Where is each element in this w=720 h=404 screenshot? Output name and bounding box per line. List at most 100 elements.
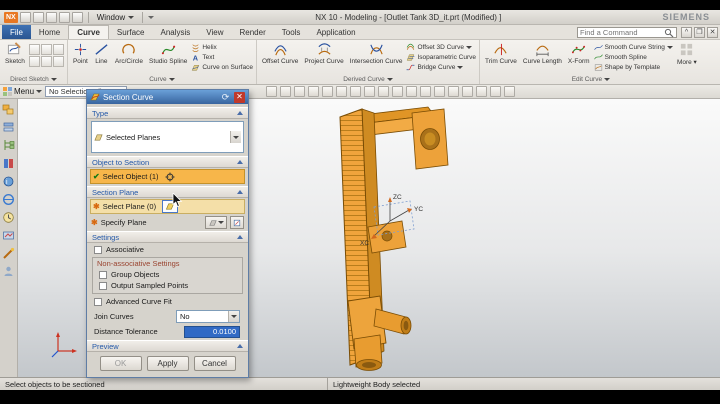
close-window-icon[interactable]: ✕ [707,26,718,38]
toolbar-icon[interactable] [448,86,460,97]
toolbar-icon[interactable] [336,86,348,97]
distance-tolerance-field[interactable]: 0.0100 [184,325,240,338]
associative-checkbox-row[interactable]: Associative [87,243,248,256]
toolbar-icon[interactable] [294,86,306,97]
hd3d-tools-icon[interactable]: i [2,175,15,188]
toolbar-icon[interactable] [476,86,488,97]
dropdown-arrow-button[interactable] [230,131,241,143]
toolbar-icon[interactable] [350,86,362,97]
toolbar-icon[interactable] [462,86,474,97]
sketch-tool-icon[interactable] [40,44,52,55]
copy-icon[interactable] [58,11,70,23]
section-header-plane[interactable]: Section Plane [87,186,248,198]
tab-application[interactable]: Application [308,25,363,39]
constraint-navigator-icon[interactable] [2,121,15,134]
toolbar-icon[interactable] [266,86,278,97]
tab-home[interactable]: Home [31,25,68,39]
tab-curve[interactable]: Curve [68,25,109,39]
section-header-object[interactable]: Object to Section [87,156,248,168]
undo-icon[interactable] [32,11,44,23]
line-button[interactable]: Line [92,42,111,65]
find-command-input[interactable] [580,28,664,37]
toolbar-icon[interactable] [364,86,376,97]
join-curves-dropdown[interactable]: No [176,309,240,323]
roles-icon[interactable] [2,265,15,278]
sketch-tool-icon[interactable] [28,56,40,67]
assembly-navigator-icon[interactable] [2,103,15,116]
dialog-title-bar[interactable]: Section Curve ⟳ ✕ [87,90,248,104]
trim-curve-button[interactable]: Trim Curve [483,42,519,65]
tab-analysis[interactable]: Analysis [153,25,199,39]
toolbar-icon[interactable] [392,86,404,97]
section-header-preview[interactable]: Preview [87,340,248,352]
group-label-edit-curve[interactable]: Edit Curve [480,75,702,84]
tab-file[interactable]: File [2,25,31,39]
crosshair-icon[interactable] [165,172,175,182]
sketch-tool-icon[interactable] [40,56,52,67]
curve-length-button[interactable]: Curve Length [521,42,564,65]
offset-3d-curve-button[interactable]: Offset 3D Curve [406,43,476,52]
curve-on-surface-button[interactable]: Curve on Surface [191,63,253,72]
restore-window-icon[interactable]: ❐ [694,26,705,38]
group-objects-checkbox[interactable] [99,270,107,279]
intersection-curve-button[interactable]: Intersection Curve [348,42,405,65]
select-plane-row[interactable]: ✱ Select Plane (0) [90,199,245,214]
associative-checkbox[interactable] [94,245,102,254]
toolbar-icon[interactable] [378,86,390,97]
toolbar-icon[interactable] [504,86,516,97]
advanced-curve-fit-checkbox[interactable] [94,297,102,306]
history-icon[interactable] [2,211,15,224]
bridge-curve-button[interactable]: Bridge Curve [406,63,476,72]
point-button[interactable]: Point [71,42,90,65]
redo-icon[interactable] [45,11,57,23]
more-button[interactable]: More ▾ [675,42,699,66]
section-header-type[interactable]: Type [87,107,248,119]
project-curve-button[interactable]: Project Curve [302,42,345,65]
group-label-curve[interactable]: Curve [68,75,256,84]
smooth-curve-string-button[interactable]: Smooth Curve String [593,43,673,52]
studio-spline-button[interactable]: Studio Spline [147,42,189,65]
toolbar-icon[interactable] [420,86,432,97]
group-label-direct-sketch[interactable]: Direct Sketch [0,75,67,84]
offset-curve-button[interactable]: Offset Curve [260,42,300,65]
outlet-tank-3d-model[interactable]: ZC YC XC [318,103,488,373]
shape-by-template-button[interactable]: Shape by Template [594,63,673,72]
sketch-tool-icon[interactable] [52,44,64,55]
paste-icon[interactable] [71,11,83,23]
tab-surface[interactable]: Surface [109,25,153,39]
toolbar-icon[interactable] [406,86,418,97]
reset-icon[interactable]: ⟳ [220,92,231,103]
dropdown-arrow-button[interactable] [228,310,239,322]
cancel-button[interactable]: Cancel [193,356,236,371]
plane-method-dropdown[interactable] [205,216,227,229]
menu-button[interactable]: Menu [3,87,43,96]
manufacturing-wizards-icon[interactable] [2,247,15,260]
sketch-tool-icon[interactable] [28,44,40,55]
tab-render[interactable]: Render [232,25,274,39]
reuse-library-icon[interactable] [2,157,15,170]
sketch-button[interactable]: Sketch [3,42,27,65]
text-button[interactable]: A Text [191,53,253,62]
tab-view[interactable]: View [198,25,231,39]
minimize-ribbon-icon[interactable]: ^ [681,26,692,38]
close-icon[interactable]: ✕ [234,91,245,103]
section-header-settings[interactable]: Settings [87,231,248,243]
ok-button[interactable]: OK [99,356,142,371]
window-menu-button[interactable]: Window [94,13,137,22]
tab-tools[interactable]: Tools [274,25,309,39]
search-icon[interactable] [664,28,674,38]
save-icon[interactable] [19,11,31,23]
toolbar-icon[interactable] [322,86,334,97]
isoparametric-curve-button[interactable]: Isoparametric Curve [406,53,476,62]
smooth-spline-button[interactable]: Smooth Spline [593,53,673,62]
part-navigator-icon[interactable] [2,139,15,152]
helix-button[interactable]: Helix [191,43,253,52]
group-label-derived-curve[interactable]: Derived Curve [257,75,479,84]
arc-circle-button[interactable]: Arc/Circle [113,42,145,65]
sketch-tool-icon[interactable] [52,56,64,67]
select-object-row[interactable]: ✔ Select Object (1) [90,169,245,184]
group-objects-checkbox-row[interactable]: Group Objects [93,269,242,280]
toolbar-icon[interactable] [308,86,320,97]
toolbar-icon[interactable] [280,86,292,97]
type-dropdown[interactable]: Selected Planes [91,121,244,153]
